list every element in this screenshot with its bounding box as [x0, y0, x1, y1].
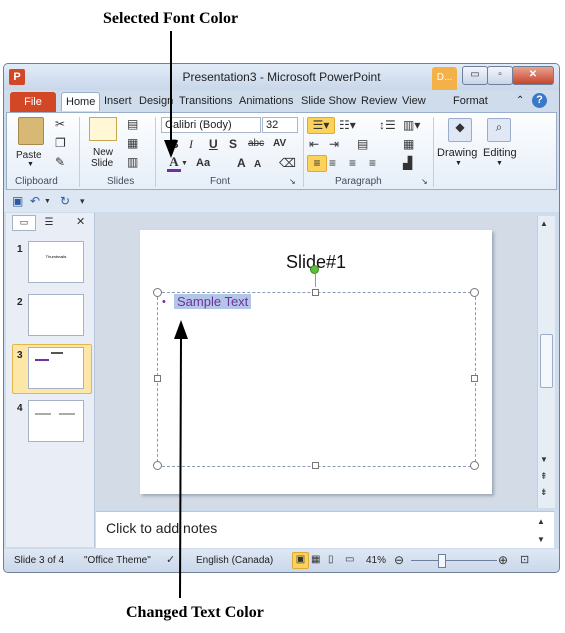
callout-arrows — [164, 31, 188, 599]
arrow-to-font-color — [164, 31, 178, 158]
arrow-to-sample-text — [174, 320, 188, 599]
